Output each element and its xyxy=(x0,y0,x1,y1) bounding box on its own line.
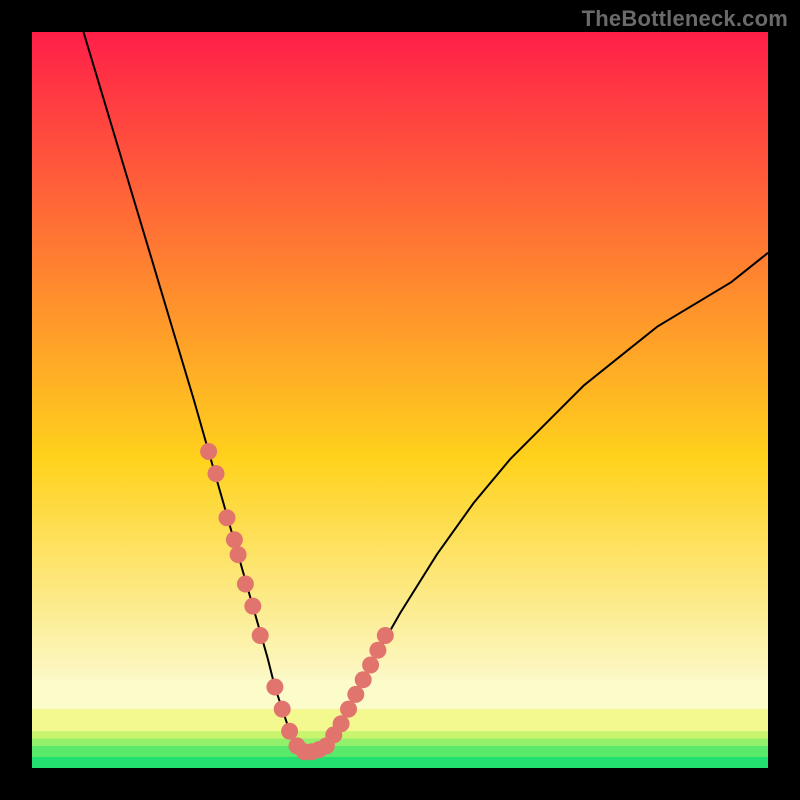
marker-dot xyxy=(369,642,386,659)
marker-dot xyxy=(340,701,357,718)
marker-dot xyxy=(281,723,298,740)
marker-dot xyxy=(355,671,372,688)
band xyxy=(32,731,768,738)
band xyxy=(32,746,768,757)
chart-svg xyxy=(32,32,768,768)
marker-dot xyxy=(226,531,243,548)
band xyxy=(32,680,768,709)
marker-dot xyxy=(252,627,269,644)
marker-dot xyxy=(230,546,247,563)
marker-dot xyxy=(377,627,394,644)
gradient-background xyxy=(32,32,768,768)
watermark-text: TheBottleneck.com xyxy=(582,6,788,32)
marker-dot xyxy=(362,657,379,674)
marker-dot xyxy=(347,686,364,703)
band xyxy=(32,757,768,768)
marker-dot xyxy=(266,679,283,696)
plot-area xyxy=(32,32,768,768)
chart-frame: TheBottleneck.com xyxy=(0,0,800,800)
band xyxy=(32,739,768,746)
marker-dot xyxy=(219,509,236,526)
band xyxy=(32,709,768,731)
marker-dot xyxy=(333,715,350,732)
bottom-bands xyxy=(32,680,768,768)
marker-dot xyxy=(208,465,225,482)
marker-dot xyxy=(200,443,217,460)
marker-dot xyxy=(244,598,261,615)
marker-dot xyxy=(274,701,291,718)
marker-dot xyxy=(237,576,254,593)
